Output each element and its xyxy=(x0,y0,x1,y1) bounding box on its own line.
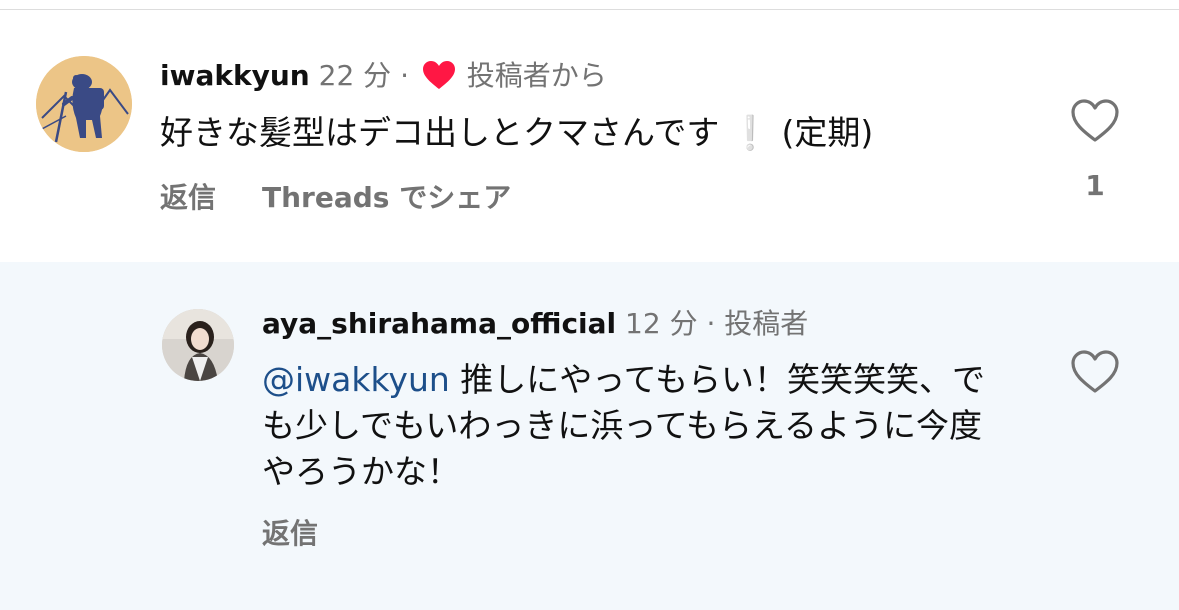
profile-photo-avatar xyxy=(162,309,234,381)
reply-button[interactable]: 返信 xyxy=(160,181,216,214)
username[interactable]: iwakkyun xyxy=(160,59,310,92)
avatar-iwakkyun[interactable] xyxy=(36,56,132,152)
exclamation-icon: ❕ xyxy=(729,113,771,152)
reply-meta: aya_shirahama_official 12 分 · 投稿者 xyxy=(262,306,808,342)
comment-meta: iwakkyun 22 分 · 投稿者から xyxy=(160,58,607,94)
comment-actions: 返信 Threads でシェア xyxy=(160,180,511,216)
reply-actions: 返信 xyxy=(262,516,318,552)
meta-separator: · xyxy=(400,59,409,92)
author-badge: 投稿者 xyxy=(724,307,809,340)
bear-hiker-avatar xyxy=(36,56,132,152)
mention-link[interactable]: @iwakkyun xyxy=(262,360,450,399)
timestamp: 12 分 xyxy=(625,307,698,340)
reply-button[interactable]: 返信 xyxy=(262,517,318,550)
meta-separator: · xyxy=(706,307,716,340)
like-count: 1 xyxy=(1085,169,1105,202)
heart-outline-icon[interactable] xyxy=(1070,98,1120,144)
timestamp: 22 分 xyxy=(318,59,392,92)
comment-text-suffix: (定期) xyxy=(781,113,874,152)
comment-body: 好きな髪型はデコ出しとクマさんです ❕ (定期) xyxy=(160,110,873,156)
heart-outline-icon[interactable] xyxy=(1070,349,1120,395)
username[interactable]: aya_shirahama_official xyxy=(262,307,616,340)
red-heart-icon xyxy=(422,61,455,89)
liked-by-author-label: 投稿者から xyxy=(466,59,607,92)
comment-text: 好きな髪型はデコ出しとクマさんです xyxy=(160,113,720,152)
avatar-aya-shirahama[interactable] xyxy=(162,309,234,381)
share-threads-button[interactable]: Threads でシェア xyxy=(262,181,511,214)
reply-body: @iwakkyun 推しにやってもらい！笑笑笑笑、でも少しでもいわっきに浜っても… xyxy=(262,357,1002,495)
